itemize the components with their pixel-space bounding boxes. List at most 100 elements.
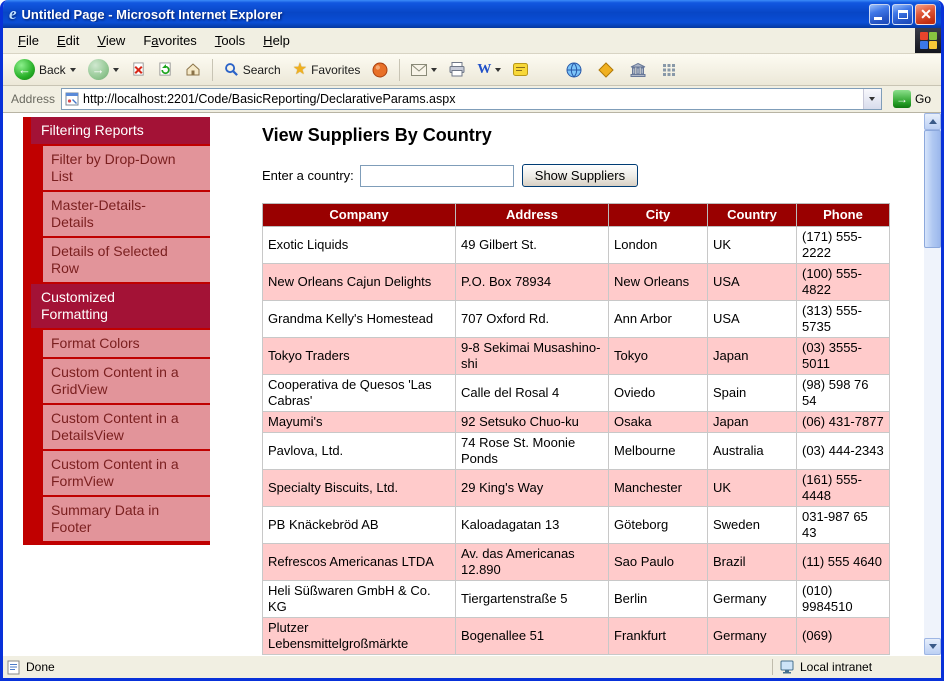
back-icon: ← (14, 59, 35, 80)
table-cell: Grandma Kelly's Homestead (263, 301, 456, 338)
table-row: Grandma Kelly's Homestead707 Oxford Rd.A… (263, 301, 890, 338)
menu-item-edit[interactable]: Edit (48, 29, 88, 52)
minimize-button[interactable] (869, 4, 890, 25)
scrollbar-track[interactable] (924, 130, 941, 638)
search-button[interactable]: Search (219, 60, 286, 79)
vertical-scrollbar[interactable] (924, 113, 941, 655)
table-cell: (010) 9984510 (797, 581, 890, 618)
forward-dropdown-icon[interactable] (113, 68, 119, 72)
stop-icon (131, 62, 146, 77)
sidebar-item[interactable]: Summary Data in Footer (43, 497, 210, 541)
menu-bar: FileEditViewFavoritesToolsHelp (3, 28, 941, 54)
edit-button[interactable]: W (472, 60, 506, 80)
menu-item-favorites[interactable]: Favorites (134, 29, 205, 52)
table-cell: Bogenallee 51 (456, 618, 609, 655)
toolbar: ← Back → Search ★ Favorites (3, 54, 941, 86)
forward-icon: → (88, 59, 109, 80)
refresh-icon (158, 62, 173, 77)
table-cell: Av. das Americanas 12.890 (456, 544, 609, 581)
browser-window: e Untitled Page - Microsoft Internet Exp… (0, 0, 944, 681)
country-input[interactable] (360, 165, 514, 187)
home-button[interactable] (180, 60, 206, 79)
table-cell: (313) 555-5735 (797, 301, 890, 338)
edit-dropdown-icon[interactable] (495, 68, 501, 72)
back-label: Back (39, 63, 66, 77)
table-cell: 74 Rose St. Moonie Ponds (456, 433, 609, 470)
sidebar-item[interactable]: Master-Details-Details (43, 192, 210, 236)
table-cell: Exotic Liquids (263, 227, 456, 264)
home-icon (185, 62, 201, 77)
table-cell: Sao Paulo (609, 544, 708, 581)
scroll-down-button[interactable] (924, 638, 941, 655)
sidebar-section-header: Customized Formatting (31, 284, 210, 328)
table-cell: Plutzer Lebensmittelgroßmärkte (263, 618, 456, 655)
table-row: New Orleans Cajun DelightsP.O. Box 78934… (263, 264, 890, 301)
print-button[interactable] (444, 60, 470, 79)
table-cell: Australia (708, 433, 797, 470)
discuss-button[interactable] (508, 61, 533, 78)
back-button[interactable]: ← Back (9, 57, 81, 82)
mail-dropdown-icon[interactable] (431, 68, 437, 72)
table-row: Heli Süßwaren GmbH & Co. KGTiergartenstr… (263, 581, 890, 618)
address-dropdown-button[interactable] (863, 89, 881, 109)
mail-icon (411, 64, 427, 76)
table-cell: Oviedo (609, 375, 708, 412)
menu-item-tools[interactable]: Tools (206, 29, 254, 52)
address-url[interactable]: http://localhost:2201/Code/BasicReportin… (79, 92, 863, 106)
quick-grid-button[interactable] (657, 61, 681, 79)
table-cell: New Orleans Cajun Delights (263, 264, 456, 301)
page-title: View Suppliers By Country (262, 125, 891, 146)
table-row: Refrescos Americanas LTDAAv. das America… (263, 544, 890, 581)
close-button[interactable] (915, 4, 936, 25)
table-cell: New Orleans (609, 264, 708, 301)
sidebar-item[interactable]: Filter by Drop-Down List (43, 146, 210, 190)
table-cell: (161) 555-4448 (797, 470, 890, 507)
favorites-star-icon: ★ (293, 62, 307, 78)
refresh-button[interactable] (153, 60, 178, 79)
table-cell: Sweden (708, 507, 797, 544)
back-dropdown-icon[interactable] (70, 68, 76, 72)
zone-label: Local intranet (800, 660, 872, 674)
sidebar-item[interactable]: Details of Selected Row (43, 238, 210, 282)
windows-logo-icon (915, 28, 941, 53)
research-button[interactable] (625, 61, 651, 79)
menu-item-help[interactable]: Help (254, 29, 299, 52)
menu-item-view[interactable]: View (88, 29, 134, 52)
sidebar-item[interactable]: Format Colors (43, 330, 210, 357)
show-suppliers-button[interactable]: Show Suppliers (522, 164, 638, 187)
scroll-up-button[interactable] (924, 113, 941, 130)
suppliers-table-body: Exotic Liquids49 Gilbert St.LondonUK(171… (263, 227, 890, 655)
menu-item-file[interactable]: File (9, 29, 48, 52)
forward-button[interactable]: → (83, 57, 124, 82)
sidebar-item[interactable]: Custom Content in a FormView (43, 451, 210, 495)
table-cell: 49 Gilbert St. (456, 227, 609, 264)
table-cell: (98) 598 76 54 (797, 375, 890, 412)
favorites-label: Favorites (311, 63, 360, 77)
media-button[interactable] (367, 60, 393, 80)
web-globe-button[interactable] (561, 60, 587, 80)
address-label: Address (8, 92, 55, 106)
document-icon (7, 660, 20, 675)
sidebar-item[interactable]: Custom Content in a DetailsView (43, 405, 210, 449)
table-cell: Göteborg (609, 507, 708, 544)
address-field[interactable]: http://localhost:2201/Code/BasicReportin… (61, 88, 882, 110)
table-cell: Berlin (609, 581, 708, 618)
table-cell: Kaloadagatan 13 (456, 507, 609, 544)
table-row: Tokyo Traders9-8 Sekimai Musashino-shiTo… (263, 338, 890, 375)
table-cell: Japan (708, 338, 797, 375)
mail-button[interactable] (406, 62, 442, 78)
go-button[interactable]: → Go (888, 89, 936, 109)
maximize-button[interactable] (892, 4, 913, 25)
stop-button[interactable] (126, 60, 151, 79)
title-bar[interactable]: e Untitled Page - Microsoft Internet Exp… (3, 0, 941, 28)
favorites-button[interactable]: ★ Favorites (288, 60, 366, 80)
page-content: Filtering ReportsFilter by Drop-Down Lis… (3, 113, 924, 655)
sidebar-item[interactable]: Custom Content in a GridView (43, 359, 210, 403)
scrollbar-thumb[interactable] (924, 130, 941, 248)
messenger-button[interactable] (593, 60, 619, 80)
close-icon (916, 5, 935, 24)
country-form: Enter a country: Show Suppliers (262, 164, 891, 187)
table-cell: Specialty Biscuits, Ltd. (263, 470, 456, 507)
table-row: Mayumi's92 Setsuko Chuo-kuOsakaJapan(06)… (263, 412, 890, 433)
status-text: Done (26, 660, 55, 674)
